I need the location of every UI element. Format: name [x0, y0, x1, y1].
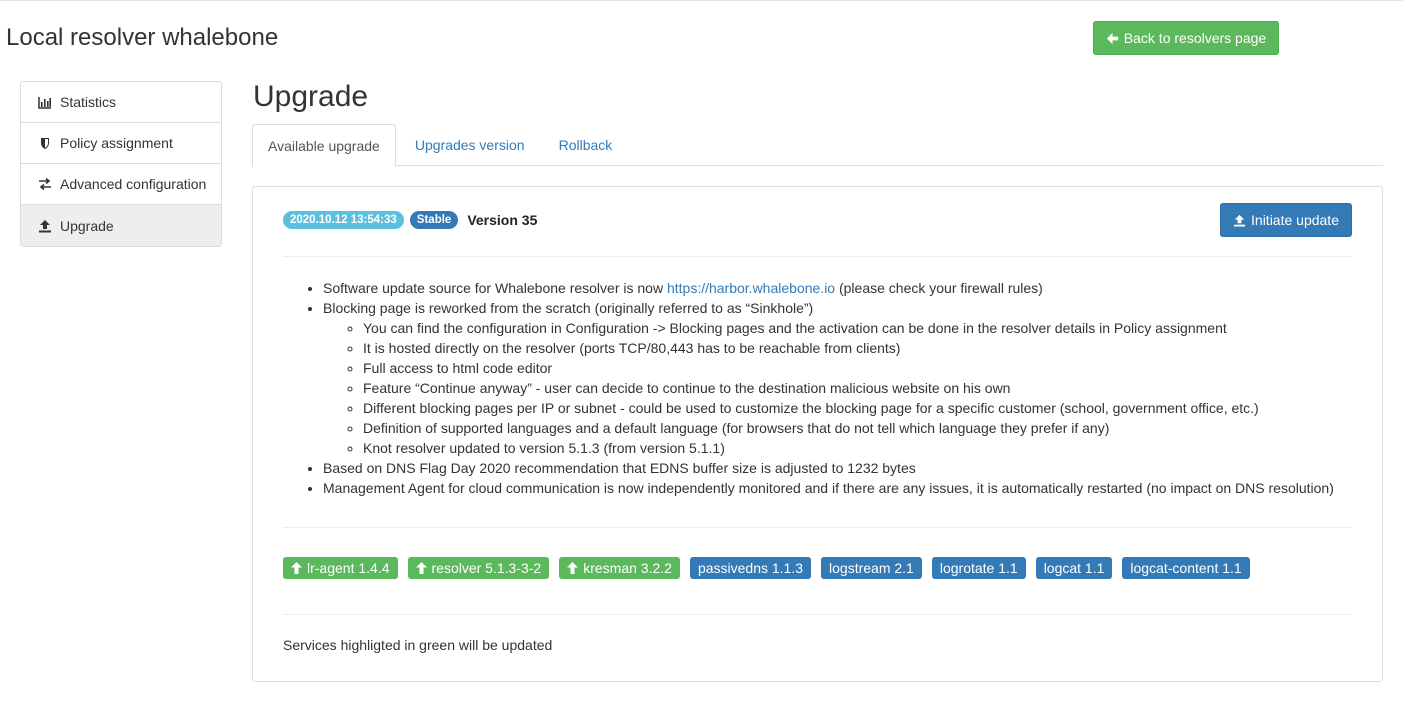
upgrade-panel: 2020.10.12 13:54:33 Stable Version 35 In…	[252, 186, 1383, 682]
sub-list-item: It is hosted directly on the resolver (p…	[363, 338, 1352, 358]
transfer-icon	[39, 177, 51, 191]
package-badge: kresman 3.2.2	[559, 557, 680, 579]
initiate-update-button[interactable]: Initiate update	[1220, 203, 1352, 237]
divider	[283, 527, 1352, 528]
package-badge: logrotate 1.1	[931, 557, 1026, 579]
sidebar-item-label: Upgrade	[60, 217, 114, 234]
package-badge: logstream 2.1	[821, 557, 922, 579]
sub-list-item: Full access to html code editor	[363, 358, 1352, 378]
package-badge: logcat 1.1	[1035, 557, 1113, 579]
sub-list-item: Feature “Continue anyway” - user can dec…	[363, 378, 1352, 398]
tab-upgrades-version[interactable]: Upgrades version	[400, 124, 540, 166]
back-to-resolvers-button[interactable]: Back to resolvers page	[1093, 21, 1279, 55]
release-notes: Software update source for Whalebone res…	[283, 278, 1352, 498]
sidebar-item-label: Advanced configuration	[60, 176, 207, 192]
sidebar: Statistics Policy assignment Advanced co…	[20, 81, 222, 247]
bar-chart-icon	[38, 97, 51, 109]
list-item: Blocking page is reworked from the scrat…	[323, 298, 1352, 458]
initiate-update-label: Initiate update	[1251, 212, 1339, 228]
sidebar-item-label: Statistics	[60, 94, 117, 110]
arrow-left-icon	[1106, 32, 1118, 44]
top-border	[0, 0, 1403, 1]
tab-available-upgrade[interactable]: Available upgrade	[252, 124, 396, 167]
arrow-up-icon	[567, 562, 579, 574]
sub-list-item: Different blocking pages per IP or subne…	[363, 398, 1352, 418]
package-badge: lr-agent 1.4.4	[283, 557, 398, 579]
section-title: Upgrade	[253, 80, 369, 113]
update-footnote: Services highligted in green will be upd…	[283, 637, 553, 653]
package-badge: logcat-content 1.1	[1122, 557, 1250, 579]
shield-icon	[41, 138, 49, 149]
list-item: Based on DNS Flag Day 2020 recommendatio…	[323, 458, 1352, 478]
sidebar-item-label: Policy assignment	[60, 135, 173, 151]
release-header: 2020.10.12 13:54:33 Stable Version 35	[283, 211, 537, 229]
sub-list-item: You can find the configuration in Config…	[363, 318, 1352, 338]
harbor-link[interactable]: https://harbor.whalebone.io	[667, 280, 835, 296]
sidebar-item-upgrade[interactable]: Upgrade	[21, 205, 221, 246]
back-button-label: Back to resolvers page	[1123, 30, 1267, 46]
arrow-up-icon	[415, 562, 427, 574]
sidebar-item-policy-assignment[interactable]: Policy assignment	[21, 123, 221, 164]
list-item: Software update source for Whalebone res…	[323, 278, 1352, 298]
page-title: Local resolver whalebone	[6, 24, 279, 51]
version-label: Version 35	[467, 212, 538, 228]
upload-icon	[1233, 214, 1246, 227]
sub-list-item: Knot resolver updated to version 5.1.3 (…	[363, 438, 1352, 458]
channel-badge: Stable	[409, 211, 459, 229]
divider	[283, 614, 1352, 615]
package-badge: resolver 5.1.3-3-2	[407, 557, 550, 579]
arrow-up-icon	[291, 562, 302, 574]
package-list: lr-agent 1.4.4 resolver 5.1.3-3-2 kresma…	[283, 557, 1250, 579]
sidebar-item-advanced-configuration[interactable]: Advanced configuration	[21, 164, 221, 205]
package-badge: passivedns 1.1.3	[689, 557, 812, 579]
tab-bar: Available upgrade Upgrades version Rollb…	[252, 124, 1383, 167]
upload-icon	[39, 219, 51, 232]
divider	[283, 256, 1352, 257]
tab-rollback[interactable]: Rollback	[544, 124, 628, 166]
list-item: Management Agent for cloud communication…	[323, 478, 1352, 498]
sidebar-item-statistics[interactable]: Statistics	[21, 82, 221, 123]
release-date-badge: 2020.10.12 13:54:33	[283, 211, 404, 229]
sub-list-item: Definition of supported languages and a …	[363, 418, 1352, 438]
